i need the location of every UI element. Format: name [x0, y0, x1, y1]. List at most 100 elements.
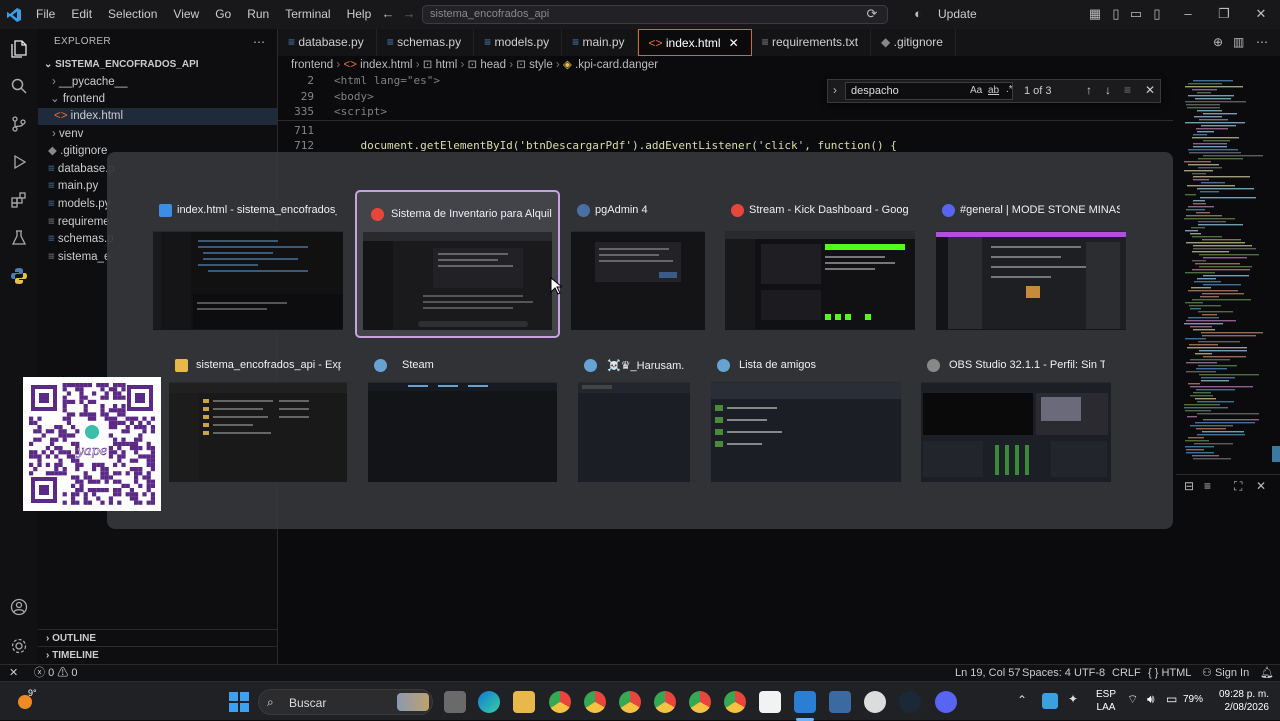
update-button[interactable]: Update	[938, 7, 977, 21]
search-icon[interactable]	[7, 74, 31, 98]
breadcrumb-item[interactable]: frontend	[291, 59, 333, 71]
match-word-button[interactable]: ab	[988, 85, 999, 96]
tree-item-venv[interactable]: › venv	[38, 126, 277, 143]
more-actions-icon[interactable]: ⋯	[253, 35, 265, 49]
sign-in-button[interactable]: ⚇ Sign In	[1202, 665, 1249, 681]
window-card-kick-dashboard[interactable]: Stream - Kick Dashboard - Googl...	[725, 197, 915, 330]
line-ending[interactable]: CRLF	[1112, 665, 1141, 681]
maximize-icon[interactable]: ❐	[1216, 6, 1232, 22]
window-card-steam[interactable]: Steam	[368, 352, 557, 482]
list-icon[interactable]: ≡	[1204, 479, 1211, 493]
menu-file[interactable]: File	[28, 0, 63, 29]
explorer-icon[interactable]	[7, 37, 31, 61]
tree-item-index-html[interactable]: <> index.html	[38, 108, 277, 125]
tab-schemas-py[interactable]: ≡ schemas.py	[377, 29, 475, 56]
menu-help[interactable]: Help	[339, 0, 380, 29]
tab-gitignore[interactable]: ◆ .gitignore	[871, 29, 956, 56]
next-match-icon[interactable]: ↓	[1105, 83, 1111, 97]
tab-index-html[interactable]: <> index.html ✕	[637, 29, 752, 56]
vscode-icon[interactable]	[794, 691, 816, 713]
language-mode[interactable]: { } HTML	[1148, 665, 1191, 681]
wifi-icon[interactable]: ⌔	[1127, 692, 1138, 707]
pgadmin-icon[interactable]	[829, 691, 851, 713]
steam-icon[interactable]	[899, 691, 921, 713]
breadcrumb-item[interactable]: .kpi-card.danger	[575, 59, 658, 71]
run-debug-icon[interactable]	[7, 150, 31, 174]
breadcrumb-item[interactable]: style	[529, 59, 553, 71]
split-editor-icon[interactable]: ▥	[1233, 35, 1244, 49]
more-tab-actions-icon[interactable]: ⋯	[1256, 35, 1268, 49]
timeline-section[interactable]: › TIMELINE	[38, 646, 277, 663]
source-control-icon[interactable]	[7, 112, 31, 136]
menu-selection[interactable]: Selection	[100, 0, 165, 29]
volume-icon[interactable]: 🔊︎	[1147, 692, 1155, 707]
menu-terminal[interactable]: Terminal	[277, 0, 338, 29]
tab-database-py[interactable]: ≡ database.py	[278, 29, 377, 56]
menu-run[interactable]: Run	[239, 0, 277, 29]
outline-section[interactable]: › OUTLINE	[38, 629, 277, 646]
account-icon[interactable]	[7, 595, 31, 619]
close-panel-icon[interactable]: ✕	[1256, 479, 1266, 493]
menu-edit[interactable]: Edit	[63, 0, 100, 29]
window-card-file-explorer[interactable]: sistema_encofrados_api - Expl...	[169, 352, 347, 482]
workspace-root[interactable]: ⌄ SISTEMA_ENCOFRADOS_API	[38, 56, 277, 73]
toggle-secondary-sidebar-icon[interactable]: ▯	[1149, 6, 1165, 22]
command-center-input[interactable]: sistema_encofrados_api	[422, 5, 888, 24]
close-tab-icon[interactable]: ✕	[729, 36, 739, 50]
window-card-discord[interactable]: #general | MODE STONE MINAS -...	[936, 197, 1126, 330]
tab-requirements[interactable]: ≡ requirements.txt	[752, 29, 872, 56]
window-card-chrome-inventario[interactable]: Sistema de Inventario para Alquil...	[355, 190, 560, 338]
indentation[interactable]: Spaces: 4	[1022, 665, 1071, 681]
menu-view[interactable]: View	[165, 0, 207, 29]
tab-main-py[interactable]: ≡ main.py	[562, 29, 638, 56]
regex-icon[interactable]: .*	[1006, 84, 1013, 95]
clock[interactable]: 09:28 p. m. 2/08/2026	[1214, 688, 1269, 714]
window-card-friends-list[interactable]: Lista de amigos	[711, 352, 901, 482]
maximize-panel-icon[interactable]: ⛶	[1234, 479, 1242, 494]
encoding[interactable]: UTF-8	[1074, 665, 1105, 681]
obs-icon[interactable]	[864, 691, 886, 713]
discord-icon[interactable]	[935, 691, 957, 713]
task-view-icon[interactable]	[444, 691, 466, 713]
remote-icon[interactable]: ✕	[9, 665, 18, 681]
python-icon[interactable]	[7, 264, 31, 288]
breadcrumb-item[interactable]: head	[480, 59, 506, 71]
chrome-icon[interactable]	[654, 691, 676, 713]
battery-icon[interactable]: ▭	[1166, 692, 1177, 706]
tree-item-frontend[interactable]: ⌄ frontend	[38, 91, 277, 108]
breadcrumb-item[interactable]: html	[436, 59, 458, 71]
chrome-icon[interactable]	[549, 691, 571, 713]
layout-customize-icon[interactable]: ▦	[1087, 6, 1103, 22]
weather-widget[interactable]: 9°	[14, 688, 37, 712]
chrome-icon[interactable]	[689, 691, 711, 713]
chrome-icon[interactable]	[724, 691, 746, 713]
previous-match-icon[interactable]: ↑	[1086, 83, 1092, 97]
account-status-icon[interactable]: ◐	[910, 6, 926, 22]
menu-go[interactable]: Go	[207, 0, 239, 29]
close-icon[interactable]: ✕	[1253, 6, 1269, 22]
globe-preview-icon[interactable]: ⊕	[1213, 35, 1223, 49]
problems-indicator[interactable]: ⓧ 0 ⚠ 0	[34, 665, 77, 681]
toggle-panel-icon[interactable]: ▭	[1128, 6, 1144, 22]
keyboard-language[interactable]: ESP LAA	[1096, 688, 1116, 714]
panel-icon[interactable]: ⊟	[1184, 479, 1194, 493]
back-arrow-icon[interactable]: ←	[380, 6, 396, 22]
settings-gear-icon[interactable]	[7, 634, 31, 658]
testing-icon[interactable]	[7, 226, 31, 250]
window-card-obs[interactable]: OBS Studio 32.1.1 - Perfil: Sin Titul...	[921, 352, 1111, 482]
window-card-pgadmin[interactable]: pgAdmin 4	[571, 197, 705, 330]
find-in-selection-icon[interactable]: ≡	[1124, 83, 1131, 97]
minimize-icon[interactable]: –	[1180, 6, 1196, 22]
windows-start-icon[interactable]	[229, 692, 249, 715]
close-find-icon[interactable]: ✕	[1145, 83, 1155, 97]
chrome-icon[interactable]	[619, 691, 641, 713]
tray-app-icon[interactable]: ✦	[1068, 692, 1078, 706]
window-card-vscode[interactable]: index.html - sistema_encofrados_...	[153, 197, 343, 330]
tree-item-pycache[interactable]: › __pycache__	[38, 74, 277, 91]
forward-arrow-icon[interactable]: →	[401, 6, 417, 22]
toggle-replace-chevron-icon[interactable]: ›	[833, 83, 837, 97]
toggle-sidebar-icon[interactable]: ▯	[1108, 6, 1124, 22]
file-explorer-icon[interactable]	[513, 691, 535, 713]
edge-icon[interactable]	[478, 691, 500, 713]
extensions-icon[interactable]	[7, 188, 31, 212]
